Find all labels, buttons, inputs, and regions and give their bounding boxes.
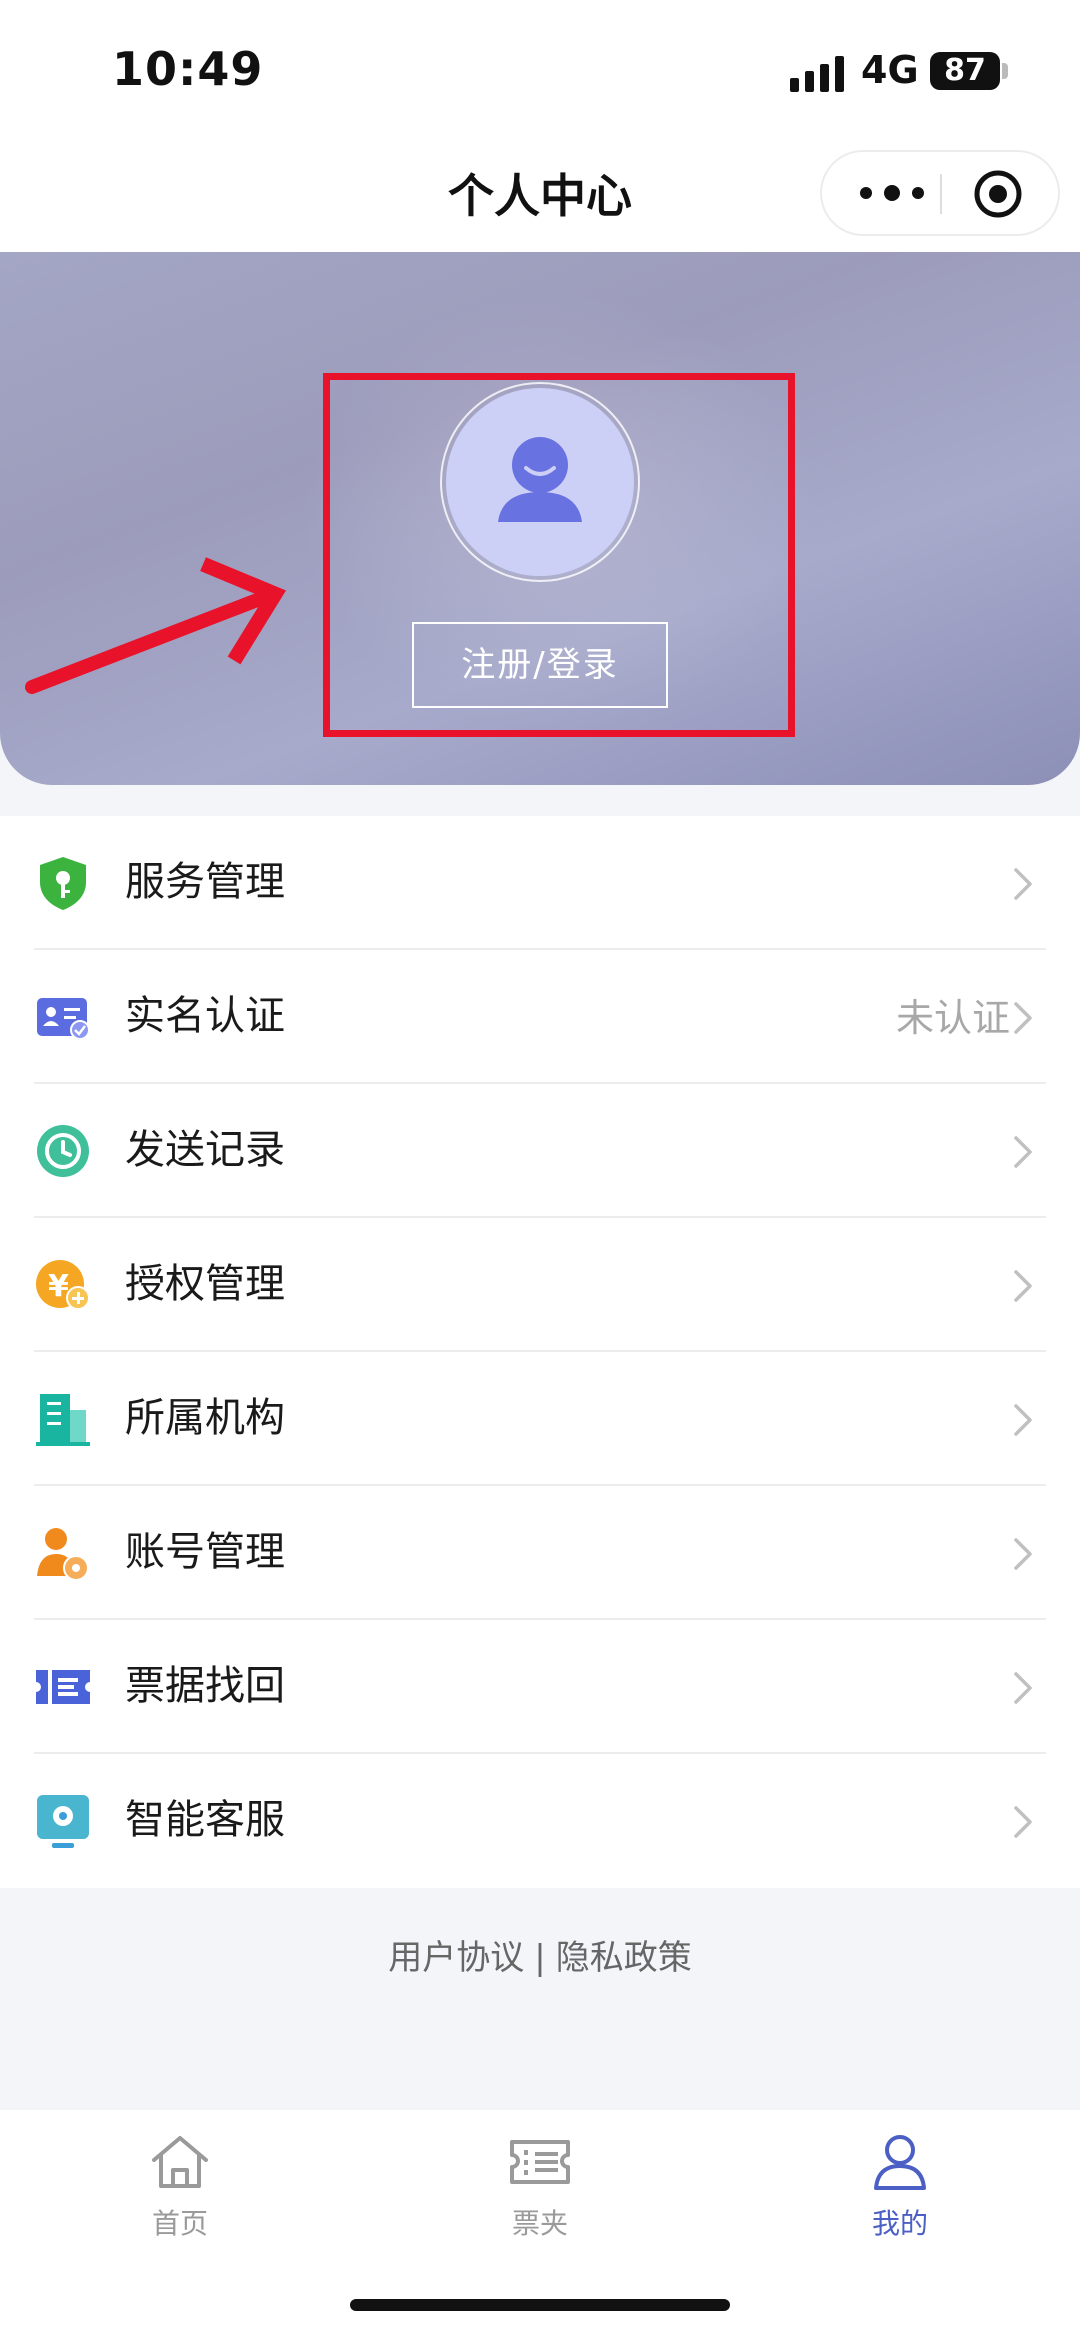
status-bar: 10:49 4G 87 [0,0,1080,130]
tab-mine[interactable]: 我的 [800,2130,1000,2270]
highlight-box [323,373,795,737]
menu-item-authorization[interactable]: ¥ 授权管理 [0,1218,1080,1352]
menu-item-label: 实名认证 [125,993,285,1039]
menu-item-label: 票据找回 [125,1663,285,1709]
chevron-right-icon [1014,1002,1032,1034]
home-indicator [350,2299,730,2311]
chevron-right-icon [1014,1404,1032,1436]
status-time: 10:49 [112,42,264,96]
chevron-right-icon [1014,1538,1032,1570]
tab-home[interactable]: 首页 [80,2130,280,2270]
home-icon [152,2136,208,2188]
chevron-right-icon [1014,1672,1032,1704]
yen-plus-icon: ¥ [36,1260,90,1310]
service-screen-icon [37,1795,89,1848]
building-icon [36,1394,90,1446]
menu-item-label: 授权管理 [125,1261,285,1307]
shield-key-icon [40,857,86,910]
more-dots-icon[interactable] [852,152,932,234]
user-icon [874,2135,926,2190]
menu-item-label: 账号管理 [125,1529,285,1575]
chevron-right-icon [1014,868,1032,900]
ticket-icon [36,1670,90,1704]
menu-item-service-management[interactable]: 服务管理 [0,816,1080,950]
menu-item-send-records[interactable]: 发送记录 [0,1084,1080,1218]
profile-banner: 注册/登录 [0,252,1080,785]
footer-links: 用户协议 | 隐私政策 [0,1930,1080,1979]
id-card-icon [37,998,90,1040]
signal-icon [790,56,844,92]
user-gear-icon [37,1528,89,1581]
target-icon[interactable] [972,168,1024,220]
menu-item-smart-service[interactable]: 智能客服 [0,1754,1080,1888]
battery-icon: 87 [930,52,1000,90]
tab-label: 我的 [871,2207,928,2240]
svg-text:¥: ¥ [48,1269,69,1304]
menu-item-label: 所属机构 [125,1395,285,1441]
tab-ticket-folder[interactable]: 票夹 [440,2130,640,2270]
menu-item-label: 服务管理 [125,859,285,905]
nav-bar: 个人中心 [0,130,1080,252]
clock-icon [37,1125,89,1177]
user-agreement-link[interactable]: 用户协议 [388,1938,524,1978]
privacy-policy-link[interactable]: 隐私政策 [556,1938,692,1978]
chevron-right-icon [1014,1136,1032,1168]
menu-list: 服务管理 实名认证 未认证 发送记录 ¥ 授权管理 所属机构 账号管理 票据找回… [0,816,1080,1888]
ticket-folder-icon [510,2140,570,2184]
battery-tip [1002,63,1008,79]
menu-item-ticket-recovery[interactable]: 票据找回 [0,1620,1080,1754]
network-type: 4G [861,48,919,92]
menu-item-label: 智能客服 [125,1797,285,1843]
chevron-right-icon [1014,1270,1032,1302]
menu-item-label: 发送记录 [125,1127,285,1173]
link-separator: | [534,1938,546,1978]
mini-program-capsule [820,150,1060,236]
menu-item-account-management[interactable]: 账号管理 [0,1486,1080,1620]
menu-item-organization[interactable]: 所属机构 [0,1352,1080,1486]
auth-status-value: 未认证 [895,996,1010,1040]
tab-label: 票夹 [511,2207,568,2240]
tab-label: 首页 [151,2207,208,2240]
chevron-right-icon [1014,1806,1032,1838]
capsule-divider [940,174,942,214]
red-arrow-icon [25,557,287,694]
menu-item-real-name-auth[interactable]: 实名认证 未认证 [0,950,1080,1084]
page: 10:49 4G 87 个人中心 注册/登录 服务管理 实名认证 未认证 发送记… [0,0,1080,2337]
battery-level: 87 [944,53,986,88]
